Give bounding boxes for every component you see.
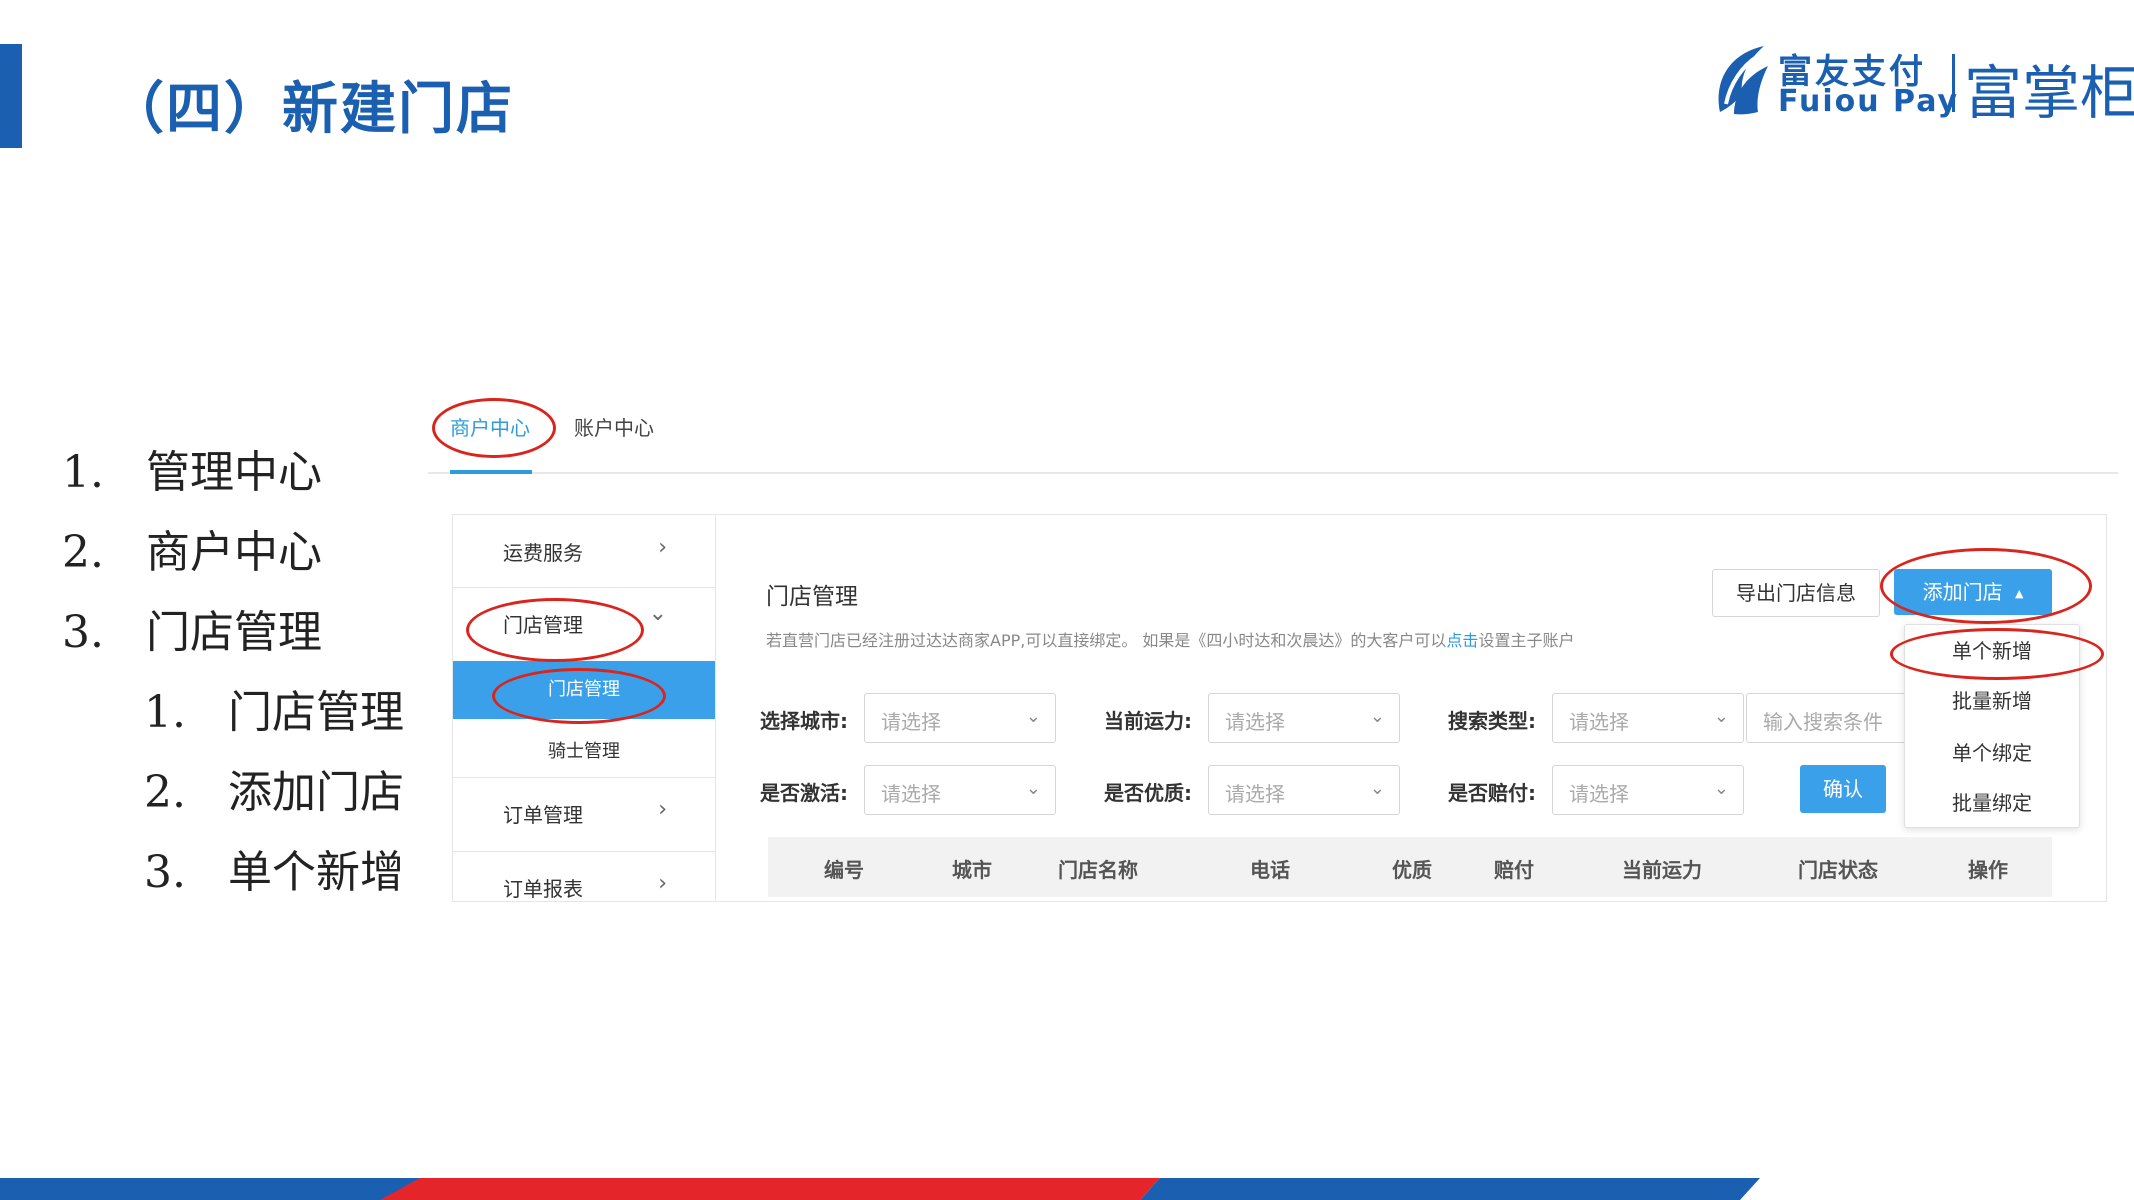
- outline-text: 管理中心: [146, 447, 322, 498]
- chevron-down-icon: ⌄: [1713, 778, 1729, 799]
- sub-outline-item-3: 3. 单个新增: [144, 836, 404, 900]
- outline-text: 单个新增: [228, 847, 404, 898]
- column-header-actions: 操作: [1968, 858, 2008, 882]
- outline-number: 1.: [62, 447, 104, 498]
- outline-number: 3.: [62, 607, 104, 658]
- outline-number: 1.: [144, 687, 186, 738]
- chevron-right-icon: ›: [658, 797, 667, 822]
- store-table-header: 编号 城市 门店名称 电话 优质 赔付 当前运力 门店状态 操作: [768, 837, 2052, 897]
- sidebar-item-order-report[interactable]: 订单报表 ›: [453, 871, 715, 901]
- footer-stripes: [0, 1178, 1760, 1200]
- sidebar-item-label: 订单管理: [503, 803, 583, 827]
- sidebar-subitem-label: 骑士管理: [548, 741, 620, 762]
- annotation-circle-add-store: [1880, 548, 2092, 624]
- title-accent-bar: [0, 44, 22, 148]
- notice-text: 若直营门店已经注册过达达商家APP,可以直接绑定。 如果是《四小时达和次晨达》的…: [766, 631, 1447, 650]
- annotation-circle-store-submenu: [492, 668, 666, 724]
- outline-item-2: 2. 商户中心: [62, 516, 322, 580]
- menu-item-batch-bind[interactable]: 批量绑定: [1905, 787, 2079, 816]
- notice-tail: 设置主子账户: [1478, 631, 1575, 650]
- sidebar-divider: [453, 587, 715, 588]
- capacity-filter-label: 当前运力:: [1104, 709, 1192, 733]
- activated-filter-label: 是否激活:: [760, 781, 848, 805]
- select-placeholder: 请选择: [1569, 710, 1629, 734]
- confirm-button[interactable]: 确认: [1800, 765, 1886, 813]
- search-placeholder: 输入搜索条件: [1763, 710, 1883, 734]
- column-header-quality: 优质: [1392, 858, 1432, 882]
- column-header-store-name: 门店名称: [1058, 858, 1138, 882]
- outline-item-3: 3. 门店管理: [62, 596, 322, 660]
- column-header-compensation: 赔付: [1494, 858, 1534, 882]
- sub-outline-item-1: 1. 门店管理: [144, 676, 404, 740]
- sidebar-subitem-rider-management[interactable]: 骑士管理: [453, 737, 715, 767]
- menu-item-batch-add[interactable]: 批量新增: [1905, 685, 2079, 714]
- outline-text: 门店管理: [146, 607, 322, 658]
- chevron-down-icon: ⌄: [1713, 706, 1729, 727]
- column-header-phone: 电话: [1250, 858, 1290, 882]
- activated-select[interactable]: 请选择 ⌄: [864, 765, 1056, 815]
- outline-number: 2.: [144, 767, 186, 818]
- outline-number: 3.: [144, 847, 186, 898]
- compensation-select[interactable]: 请选择 ⌄: [1552, 765, 1744, 815]
- sidebar-item-order-management[interactable]: 订单管理 ›: [453, 797, 715, 829]
- city-filter-label: 选择城市:: [760, 709, 848, 733]
- logo-brand-name: 富掌柜: [1964, 59, 2134, 127]
- select-placeholder: 请选择: [881, 782, 941, 806]
- select-placeholder: 请选择: [1569, 782, 1629, 806]
- sidebar-divider: [453, 851, 715, 852]
- column-header-city: 城市: [952, 858, 992, 882]
- active-tab-indicator: [450, 470, 532, 474]
- slide-title: （四）新建门店: [108, 77, 514, 142]
- column-header-id: 编号: [824, 858, 864, 882]
- sidebar-item-label: 运费服务: [503, 541, 583, 565]
- search-input[interactable]: 输入搜索条件: [1746, 693, 1907, 743]
- select-placeholder: 请选择: [1225, 782, 1285, 806]
- fuiou-pay-logo: 富友支付 Fuiou Pay 富掌柜: [1712, 40, 2134, 127]
- outline-text: 商户中心: [146, 527, 322, 578]
- quality-filter-label: 是否优质:: [1104, 781, 1192, 805]
- chevron-down-icon: ⌄: [1025, 778, 1041, 799]
- annotation-circle-store-menu: [466, 598, 644, 662]
- select-placeholder: 请选择: [1225, 710, 1285, 734]
- capacity-select[interactable]: 请选择 ⌄: [1208, 693, 1400, 743]
- sub-outline-item-2: 2. 添加门店: [144, 756, 404, 820]
- city-select[interactable]: 请选择 ⌄: [864, 693, 1056, 743]
- outline-number: 2.: [62, 527, 104, 578]
- sidebar-item-label: 订单报表: [503, 877, 583, 901]
- search-type-select[interactable]: 请选择 ⌄: [1552, 693, 1744, 743]
- export-store-info-button[interactable]: 导出门店信息: [1712, 569, 1880, 617]
- tab-account-center[interactable]: 账户中心: [574, 412, 654, 441]
- outline-item-1: 1. 管理中心: [62, 436, 322, 500]
- logo-separator: [1952, 54, 1955, 112]
- menu-item-single-bind[interactable]: 单个绑定: [1905, 737, 2079, 766]
- annotation-circle-merchant-tab: [432, 398, 556, 458]
- chevron-right-icon: ›: [658, 871, 667, 896]
- search-type-filter-label: 搜索类型:: [1448, 709, 1536, 733]
- fuiou-leaf-icon: [1718, 46, 1768, 115]
- sidebar-divider: [453, 777, 715, 778]
- notice-link[interactable]: 点击: [1446, 631, 1478, 650]
- chevron-down-icon: ⌄: [1369, 778, 1385, 799]
- chevron-down-icon: ⌄: [1369, 706, 1385, 727]
- chevron-down-icon: ⌄: [1025, 706, 1041, 727]
- outline-text: 门店管理: [228, 687, 404, 738]
- column-header-capacity: 当前运力: [1622, 858, 1702, 882]
- select-placeholder: 请选择: [881, 710, 941, 734]
- panel-title: 门店管理: [766, 584, 858, 610]
- sidebar-item-shipping-service[interactable]: 运费服务 ›: [453, 535, 715, 567]
- chevron-right-icon: ›: [658, 535, 667, 560]
- annotation-circle-single-add: [1890, 628, 2104, 680]
- top-tabs: 商户中心 账户中心: [428, 390, 2118, 474]
- chevron-down-icon: ⌄: [648, 601, 667, 626]
- column-header-store-status: 门店状态: [1798, 858, 1878, 882]
- outline-text: 添加门店: [228, 767, 404, 818]
- logo-english-name: Fuiou Pay: [1778, 84, 1960, 119]
- quality-select[interactable]: 请选择 ⌄: [1208, 765, 1400, 815]
- compensation-filter-label: 是否赔付:: [1448, 781, 1536, 805]
- binding-notice: 若直营门店已经注册过达达商家APP,可以直接绑定。 如果是《四小时达和次晨达》的…: [766, 627, 1574, 651]
